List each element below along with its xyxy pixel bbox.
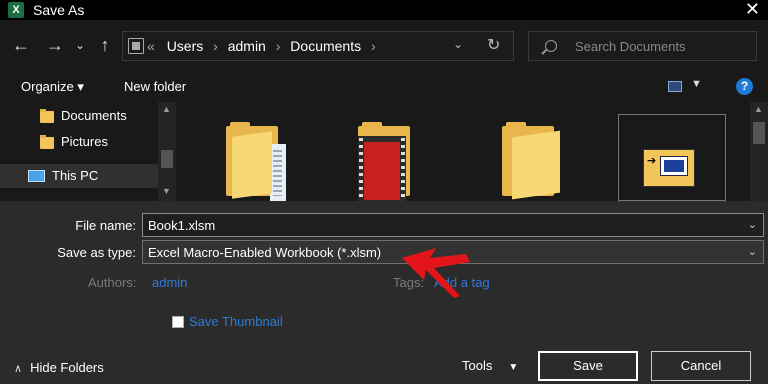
title-bar: X Save As ✕: [0, 0, 768, 20]
file-tile-folder[interactable]: [466, 114, 574, 201]
computer-icon: [28, 170, 45, 182]
scroll-thumb[interactable]: [161, 150, 173, 168]
sidebar-item-label: Pictures: [61, 134, 108, 149]
folder-icon: [502, 122, 564, 200]
breadcrumb-separator[interactable]: ›: [371, 38, 376, 54]
close-icon[interactable]: ✕: [745, 0, 760, 20]
authors-value[interactable]: admin: [152, 275, 187, 290]
scroll-up-icon[interactable]: ▲: [162, 104, 171, 114]
chevron-down-icon: ▼: [508, 362, 519, 373]
window-title: Save As: [33, 2, 85, 18]
video-folder-icon: [358, 122, 420, 201]
breadcrumb-overflow[interactable]: «: [147, 38, 155, 54]
command-toolbar: Organize ▾ New folder ▼ ?: [0, 72, 768, 102]
file-name-dropdown-icon[interactable]: ⌄: [748, 218, 757, 231]
file-name-label: File name:: [75, 218, 136, 233]
file-name-value[interactable]: Book1.xlsm: [148, 218, 215, 233]
document-folder-icon: [226, 122, 288, 201]
scroll-up-icon[interactable]: ▲: [754, 104, 763, 114]
save-form: File name: Book1.xlsm ⌄ Save as type: Ex…: [0, 201, 768, 384]
search-icon: [545, 40, 557, 52]
location-pc-icon: [128, 38, 144, 54]
chevron-up-icon: ∧: [14, 363, 23, 375]
file-name-field[interactable]: Book1.xlsm ⌄: [142, 213, 764, 237]
excel-app-icon: X: [8, 2, 24, 18]
help-icon[interactable]: ?: [736, 78, 753, 95]
organize-button[interactable]: Organize ▾: [21, 79, 84, 95]
up-arrow-icon[interactable]: ↑: [94, 34, 116, 56]
folder-icon: [40, 135, 54, 149]
file-tile-library-folder[interactable]: ➔: [618, 114, 726, 201]
scroll-down-icon[interactable]: ▼: [162, 186, 171, 196]
navigation-bar: ← → ⌄ ↑ « Users › admin › Documents › ⌄ …: [0, 20, 768, 72]
recent-locations-chevron-icon[interactable]: ⌄: [73, 34, 87, 56]
refresh-icon[interactable]: ↻: [487, 35, 500, 55]
tools-button[interactable]: Tools ▼: [462, 358, 518, 373]
annotation-arrow-icon: [402, 248, 470, 298]
file-list: ➔: [176, 102, 750, 201]
folder-icon: [40, 109, 54, 123]
view-dropdown-icon[interactable]: ▼: [691, 78, 702, 90]
breadcrumb-item-documents[interactable]: Documents: [290, 38, 361, 54]
sidebar-item-label: Documents: [61, 108, 127, 123]
back-arrow-icon[interactable]: ←: [10, 34, 32, 56]
file-list-scrollbar[interactable]: ▲: [750, 102, 768, 201]
breadcrumb-separator[interactable]: ›: [276, 38, 281, 54]
hide-folders-label: Hide Folders: [30, 360, 104, 375]
tools-label: Tools: [462, 358, 493, 373]
address-bar[interactable]: « Users › admin › Documents › ⌄ ↻: [122, 31, 514, 61]
sidebar-scrollbar[interactable]: ▲ ▼: [158, 102, 176, 201]
sidebar-item-this-pc[interactable]: This PC: [0, 164, 158, 188]
hide-folders-button[interactable]: ∧ Hide Folders: [14, 360, 104, 375]
content-area: Documents Pictures This PC ▲ ▼ ➔ ▲: [0, 102, 768, 201]
scroll-thumb[interactable]: [753, 122, 765, 144]
file-tile-document-folder[interactable]: [190, 114, 298, 201]
save-thumbnail-label[interactable]: Save Thumbnail: [189, 314, 283, 329]
sidebar-item-pictures[interactable]: Pictures: [0, 130, 158, 154]
search-input[interactable]: Search Documents: [575, 39, 686, 54]
sidebar-item-label: This PC: [52, 168, 99, 183]
address-dropdown-icon[interactable]: ⌄: [453, 37, 463, 51]
breadcrumb-item-users[interactable]: Users: [167, 38, 204, 54]
view-options-icon[interactable]: [668, 81, 682, 92]
breadcrumb-separator[interactable]: ›: [213, 38, 218, 54]
authors-label: Authors:: [88, 275, 137, 290]
breadcrumb: « Users › admin › Documents ›: [147, 38, 382, 54]
navigation-pane: Documents Pictures This PC: [0, 102, 158, 201]
forward-arrow-icon[interactable]: →: [44, 34, 66, 56]
save-button[interactable]: Save: [538, 351, 638, 381]
sidebar-item-documents[interactable]: Documents: [0, 104, 158, 128]
search-box[interactable]: Search Documents: [528, 31, 757, 61]
library-folder-icon: ➔: [643, 149, 695, 187]
save-type-value[interactable]: Excel Macro-Enabled Workbook (*.xlsm): [148, 245, 381, 260]
file-tile-video-folder[interactable]: [328, 114, 436, 201]
breadcrumb-item-admin[interactable]: admin: [228, 38, 266, 54]
new-folder-button[interactable]: New folder: [124, 79, 186, 94]
save-type-label: Save as type:: [57, 245, 136, 260]
save-thumbnail-checkbox[interactable]: [172, 316, 184, 328]
save-type-dropdown-icon[interactable]: ⌄: [748, 245, 757, 258]
cancel-button[interactable]: Cancel: [651, 351, 751, 381]
